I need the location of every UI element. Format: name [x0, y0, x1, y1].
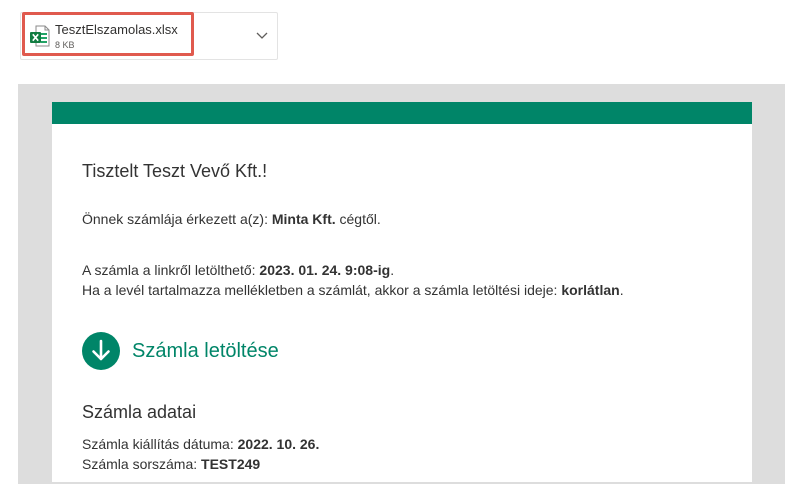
sender-line-suffix: cégtől.	[335, 211, 381, 227]
sender-line: Önnek számlája érkezett a(z): Minta Kft.…	[82, 211, 381, 227]
deadline-prefix: A számla a linkről letölthető:	[82, 262, 260, 278]
attachment-file-size: 8 KB	[55, 40, 75, 50]
issue-date-label: Számla kiállítás dátuma:	[82, 436, 238, 452]
invoice-number-value: TEST249	[201, 456, 261, 472]
issue-date-value: 2022. 10. 26.	[237, 436, 320, 452]
sender-name: Minta Kft.	[271, 211, 336, 227]
email-body: Tisztelt Teszt Vevő Kft.! Önnek számlája…	[52, 102, 752, 482]
download-arrow-icon[interactable]	[82, 332, 120, 370]
invoice-details-title: Számla adatai	[82, 402, 197, 422]
attachment-validity-line: Ha a levél tartalmazza mellékletben a sz…	[82, 282, 624, 298]
validity-prefix: Ha a levél tartalmazza mellékletben a sz…	[82, 282, 562, 298]
invoice-number-line: Számla sorszáma: TEST249	[82, 456, 260, 472]
validity-suffix: .	[619, 282, 624, 298]
invoice-number-label: Számla sorszáma:	[82, 456, 202, 472]
validity-value: korlátlan	[561, 282, 620, 298]
sender-line-prefix: Önnek számlája érkezett a(z):	[82, 211, 272, 227]
attachment-file-name[interactable]: TesztElszamolas.xlsx	[55, 22, 178, 37]
chevron-down-icon[interactable]	[256, 32, 268, 40]
download-invoice-link[interactable]: Számla letöltése	[82, 331, 279, 371]
excel-file-icon[interactable]	[30, 25, 50, 47]
deadline-suffix: .	[390, 262, 395, 278]
greeting: Tisztelt Teszt Vevő Kft.!	[82, 161, 268, 181]
deadline-value: 2023. 01. 24. 9:08-ig	[259, 262, 391, 278]
email-header-bar	[52, 102, 752, 124]
download-invoice-label[interactable]: Számla letöltése	[132, 340, 279, 363]
issue-date-line: Számla kiállítás dátuma: 2022. 10. 26.	[82, 436, 319, 452]
download-deadline-line: A számla a linkről letölthető: 2023. 01.…	[82, 262, 394, 278]
